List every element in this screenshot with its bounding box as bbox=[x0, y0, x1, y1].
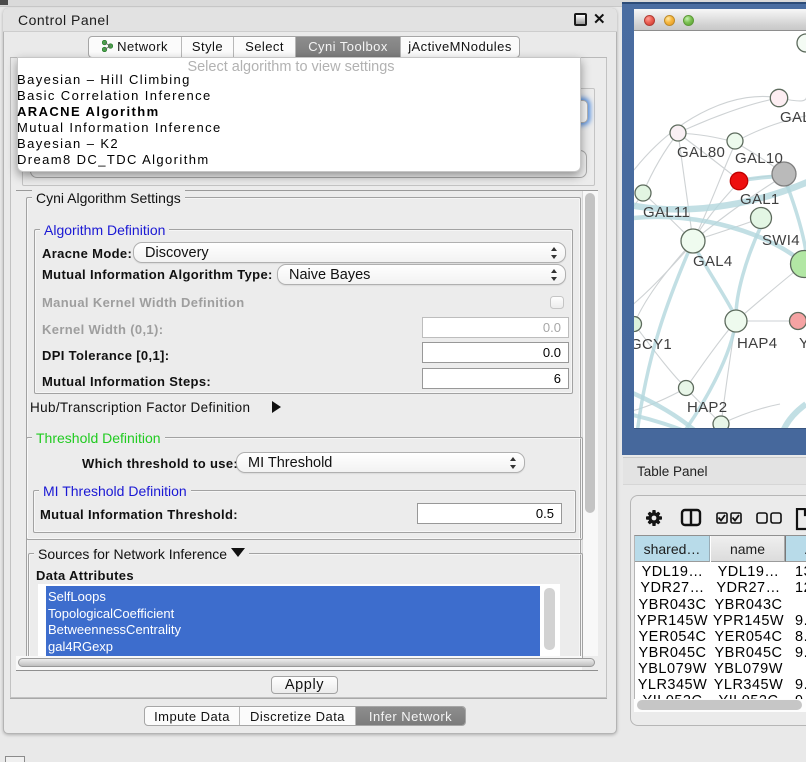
svg-text:GAL10: GAL10 bbox=[735, 150, 783, 167]
svg-text:YJ: YJ bbox=[799, 335, 806, 352]
svg-text:GAL2: GAL2 bbox=[780, 109, 806, 126]
svg-text:GAL1: GAL1 bbox=[740, 191, 780, 208]
svg-text:GAL11: GAL11 bbox=[643, 204, 690, 221]
svg-text:SWI4: SWI4 bbox=[762, 232, 800, 249]
svg-text:GCY1: GCY1 bbox=[634, 336, 672, 353]
svg-text:GAL80: GAL80 bbox=[677, 144, 725, 161]
svg-text:GAL4: GAL4 bbox=[693, 253, 733, 270]
svg-text:HAP2: HAP2 bbox=[687, 399, 727, 416]
svg-text:HAP4: HAP4 bbox=[737, 335, 777, 352]
